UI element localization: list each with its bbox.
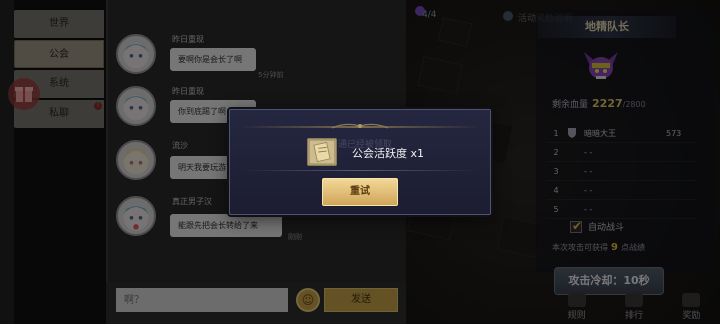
retry-button[interactable]: 重试: [322, 178, 398, 206]
dialog-divider: [239, 170, 481, 171]
reward-item-label: 公会活跃度 x1: [352, 147, 425, 160]
scroll-icon[interactable]: [307, 138, 337, 166]
ornament-icon: [332, 123, 388, 129]
